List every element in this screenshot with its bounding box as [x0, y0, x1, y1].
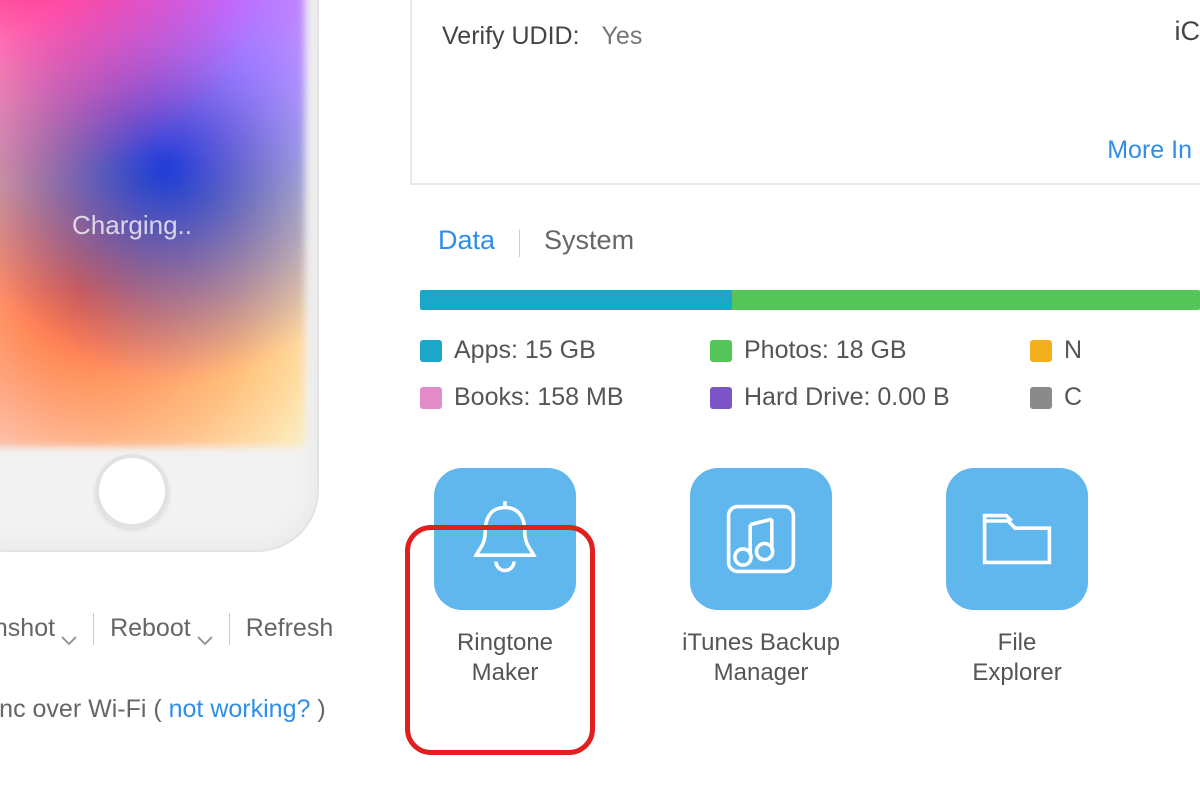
folder-icon	[946, 468, 1088, 610]
bell-icon	[434, 468, 576, 610]
legend-item: Photos: 18 GB	[710, 336, 1030, 365]
legend-label: C	[1064, 383, 1082, 412]
ringtone-maker-button[interactable]: RingtoneMaker	[420, 468, 590, 688]
refresh-button-label: Refresh	[246, 614, 334, 643]
file-explorer-button[interactable]: FileExplorer	[932, 468, 1102, 688]
verify-udid-value: Yes	[602, 22, 643, 51]
screenshot-button[interactable]: enshot	[0, 610, 87, 647]
wifi-sync-prefix: Sync over Wi-Fi (	[0, 695, 169, 723]
verify-udid-label: Verify UDID:	[442, 22, 580, 51]
device-mockup: Charging..	[0, 0, 317, 550]
legend-swatch	[710, 340, 732, 362]
storage-segment	[420, 290, 732, 310]
storage-tabs: Data System	[438, 225, 1200, 260]
legend-item: Apps: 15 GB	[420, 336, 710, 365]
legend-label: Books: 158 MB	[454, 383, 624, 412]
storage-usage-bar	[420, 290, 1200, 310]
device-status-text: Charging..	[0, 210, 317, 241]
file-explorer-label: FileExplorer	[972, 628, 1061, 688]
legend-label: Photos: 18 GB	[744, 336, 907, 365]
divider	[93, 613, 94, 645]
reboot-button[interactable]: Reboot	[100, 610, 223, 647]
divider	[229, 613, 230, 645]
legend-swatch	[1030, 340, 1052, 362]
home-button-icon	[95, 454, 169, 528]
legend-swatch	[1030, 387, 1052, 409]
refresh-button[interactable]: Refresh	[236, 610, 344, 647]
wifi-sync-suffix: )	[310, 695, 325, 723]
legend-label: N	[1064, 336, 1082, 365]
legend-swatch	[420, 387, 442, 409]
chevron-down-icon	[61, 624, 77, 634]
itunes-backup-button[interactable]: iTunes BackupManager	[676, 468, 846, 688]
storage-legend: Apps: 15 GB Photos: 18 GB N Books: 158 MB Ha…	[420, 336, 1200, 412]
legend-swatch	[710, 387, 732, 409]
legend-label: Hard Drive: 0.00 B	[744, 383, 950, 412]
tab-data[interactable]: Data	[438, 225, 495, 260]
screenshot-button-label: enshot	[0, 614, 55, 643]
ringtone-maker-label: RingtoneMaker	[457, 628, 553, 688]
legend-item: N	[1030, 336, 1200, 365]
tools-row: RingtoneMaker iTunes BackupManager	[420, 468, 1200, 688]
legend-label: Apps: 15 GB	[454, 336, 596, 365]
legend-item: Hard Drive: 0.00 B	[710, 383, 1030, 412]
chevron-down-icon	[197, 624, 213, 634]
wifi-not-working-link[interactable]: not working?	[169, 695, 311, 723]
legend-item: Books: 158 MB	[420, 383, 710, 412]
music-note-icon	[690, 468, 832, 610]
legend-item: C	[1030, 383, 1200, 412]
tab-system[interactable]: System	[544, 225, 634, 260]
divider	[519, 229, 520, 257]
reboot-button-label: Reboot	[110, 614, 191, 643]
more-info-link[interactable]: More In	[1107, 136, 1192, 165]
itunes-backup-label: iTunes BackupManager	[682, 628, 840, 688]
device-info-panel: Verify UDID: Yes iC More In	[410, 0, 1200, 185]
legend-swatch	[420, 340, 442, 362]
info-cutoff-text: iC	[1175, 16, 1200, 47]
storage-segment	[732, 290, 1200, 310]
